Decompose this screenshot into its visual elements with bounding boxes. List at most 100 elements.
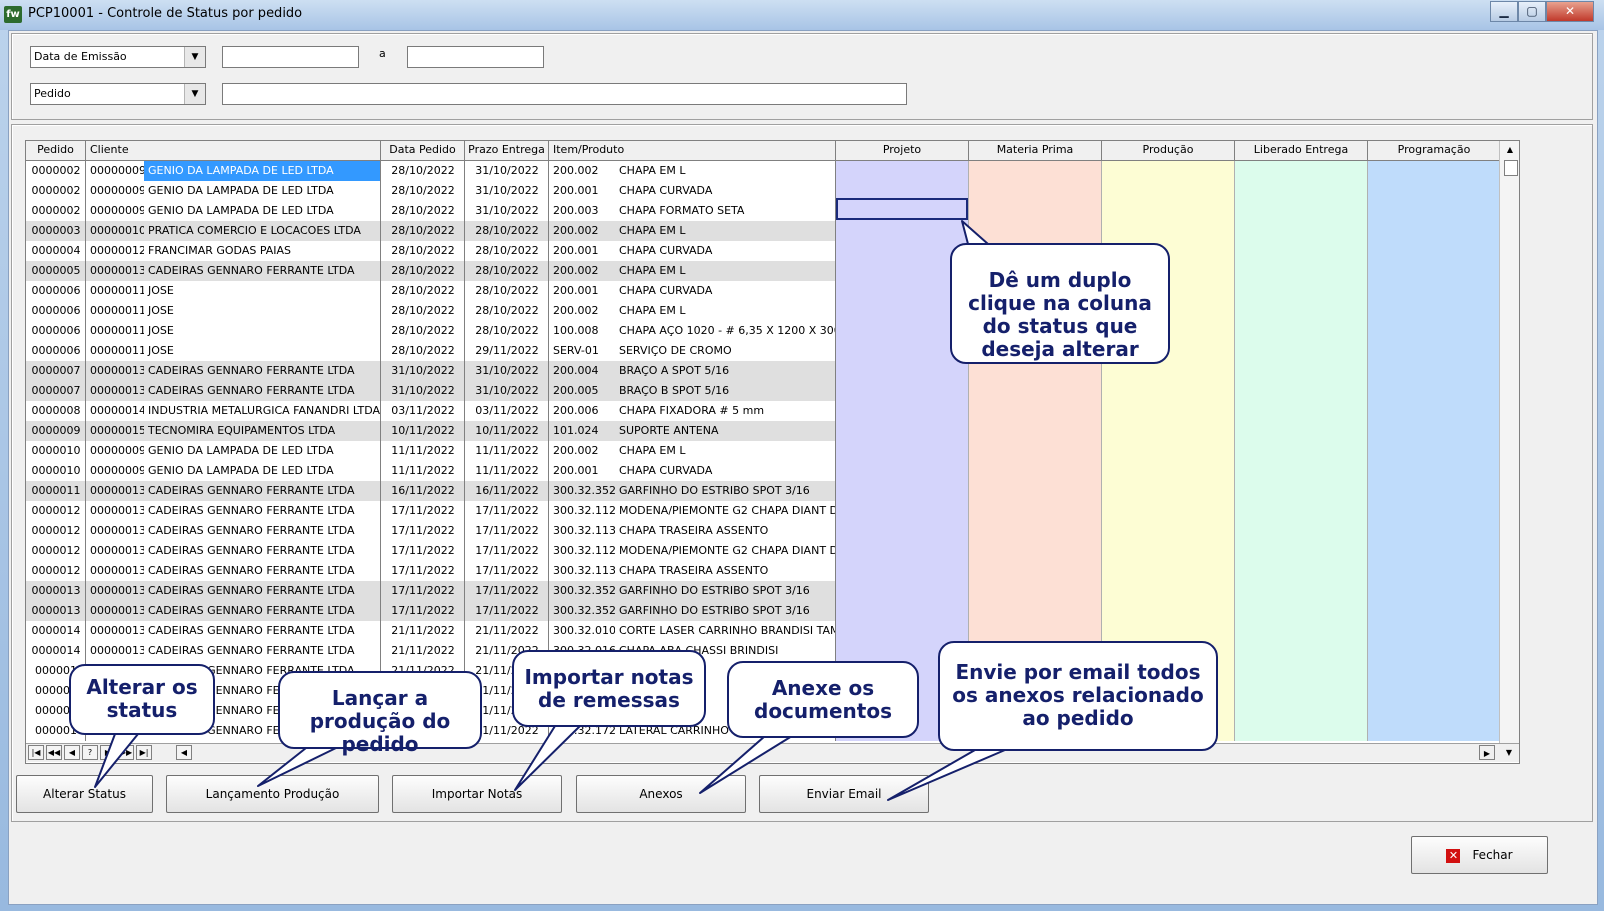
cell-prazo-entrega[interactable]: 29/11/2022 xyxy=(465,341,549,361)
table-row[interactable]: 0000014 00000013 CADEIRAS GENNARO FERRANTE… xyxy=(26,621,837,641)
cell-cliente-codigo[interactable]: 00000009 xyxy=(86,461,144,481)
cell-item-codigo[interactable]: 200.002 xyxy=(549,441,615,461)
cell-pedido[interactable]: 0000009 xyxy=(26,421,86,441)
cell-cliente-codigo[interactable]: 00000013 xyxy=(86,361,144,381)
table-row[interactable]: 0000002 00000009 GENIO DA LAMPADA DE LED L… xyxy=(26,181,836,201)
cell-pedido[interactable]: 0000007 xyxy=(26,361,86,381)
header-item-produto[interactable]: Item/Produto xyxy=(549,141,836,161)
cell-item-descricao[interactable]: SUPORTE ANTENA xyxy=(615,421,836,441)
cell-prazo-entrega[interactable]: 28/10/2022 xyxy=(465,301,549,321)
chevron-down-icon[interactable]: ▼ xyxy=(184,84,205,104)
cell-pedido[interactable]: 0000012 xyxy=(26,521,86,541)
cell-item-codigo[interactable]: 300.32.112 xyxy=(549,541,615,561)
cell-item-descricao[interactable]: CHAPA EM L xyxy=(615,221,836,241)
cell-data-pedido[interactable]: 17/11/2022 xyxy=(381,541,465,561)
scroll-left-icon[interactable]: ◀ xyxy=(176,745,192,760)
maximize-button[interactable]: ▢ xyxy=(1518,1,1546,22)
table-row[interactable]: 0000008 00000014 INDUSTRIA METALURGICA FAN… xyxy=(26,401,836,421)
cell-prazo-entrega[interactable]: 31/10/2022 xyxy=(465,381,549,401)
cell-item-codigo[interactable]: 300.32.010 xyxy=(549,621,615,641)
cell-item-descricao[interactable]: CHAPA EM L xyxy=(615,301,836,321)
cell-pedido[interactable]: 0000006 xyxy=(26,321,86,341)
cell-data-pedido[interactable]: 16/11/2022 xyxy=(381,481,465,501)
cell-data-pedido[interactable]: 21/11/2022 xyxy=(381,641,465,661)
header-prazo-entrega[interactable]: Prazo Entrega xyxy=(465,141,549,161)
table-row[interactable]: 0000004 00000012 FRANCIMAR GODAS PAIAS 28/1… xyxy=(26,241,836,261)
table-row[interactable]: 0000006 00000011 JOSE 28/10/2022 28/10/2022 2… xyxy=(26,301,836,321)
cell-cliente-nome[interactable]: GENIO DA LAMPADA DE LED LTDA xyxy=(144,461,380,481)
cell-cliente-codigo[interactable]: 00000009 xyxy=(86,441,144,461)
table-row[interactable]: 0000012 00000013 CADEIRAS GENNARO FERRANTE… xyxy=(26,541,837,561)
filter1-field-select[interactable]: Data de Emissão ▼ xyxy=(30,46,206,68)
cell-item-descricao[interactable]: CHAPA EM L xyxy=(615,441,836,461)
cell-cliente-codigo[interactable]: 00000014 xyxy=(86,401,144,421)
scroll-right-icon[interactable]: ▶ xyxy=(1479,745,1495,760)
cell-item-descricao[interactable]: CHAPA TRASEIRA ASSENTO xyxy=(615,521,836,541)
cell-item-descricao[interactable]: CHAPA CURVADA xyxy=(615,241,836,261)
cell-pedido[interactable]: 0000010 xyxy=(26,441,86,461)
cell-pedido[interactable]: 0000014 xyxy=(26,621,86,641)
nav-prev-page-icon[interactable]: ◀◀ xyxy=(46,745,62,760)
cell-item-codigo[interactable]: 101.024 xyxy=(549,421,615,441)
cell-data-pedido[interactable]: 17/11/2022 xyxy=(381,581,465,601)
nav-prev-icon[interactable]: ◀ xyxy=(64,745,80,760)
cell-item-codigo[interactable]: 200.002 xyxy=(549,221,615,241)
cell-item-codigo[interactable]: 300.32.352 xyxy=(549,581,615,601)
cell-cliente-codigo[interactable]: 00000009 xyxy=(86,161,144,181)
cell-item-descricao[interactable]: BRAÇO B SPOT 5/16 xyxy=(615,381,836,401)
cell-cliente-nome[interactable]: CADEIRAS GENNARO FERRANTE LTDA xyxy=(144,621,380,641)
cell-data-pedido[interactable]: 11/11/2022 xyxy=(381,441,465,461)
cell-data-pedido[interactable]: 11/11/2022 xyxy=(381,461,465,481)
cell-prazo-entrega[interactable]: 17/11/2022 xyxy=(465,521,549,541)
status-column-3[interactable] xyxy=(1235,161,1368,741)
cell-item-descricao[interactable]: MODENA/PIEMONTE G2 CHAPA DIANT DO xyxy=(615,541,836,561)
cell-cliente-codigo[interactable]: 00000013 xyxy=(86,501,144,521)
cell-item-codigo[interactable]: 200.005 xyxy=(549,381,615,401)
nav-help-icon[interactable]: ? xyxy=(82,745,98,760)
cell-data-pedido[interactable]: 17/11/2022 xyxy=(381,501,465,521)
cell-pedido[interactable]: 0000012 xyxy=(26,501,86,521)
cell-pedido[interactable]: 0000012 xyxy=(26,561,86,581)
cell-pedido[interactable]: 0000003 xyxy=(26,221,86,241)
cell-cliente-nome[interactable]: JOSE xyxy=(144,301,380,321)
table-row[interactable]: 0000013 00000013 CADEIRAS GENNARO FERRANTE… xyxy=(26,581,836,601)
cell-prazo-entrega[interactable]: 16/11/2022 xyxy=(465,481,549,501)
cell-item-codigo[interactable]: 200.001 xyxy=(549,241,615,261)
cell-prazo-entrega[interactable]: 31/10/2022 xyxy=(465,201,549,221)
cell-prazo-entrega[interactable]: 28/10/2022 xyxy=(465,241,549,261)
cell-cliente-codigo[interactable]: 00000013 xyxy=(86,381,144,401)
scroll-thumb[interactable] xyxy=(1504,160,1518,176)
table-row[interactable]: 0000011 00000013 CADEIRAS GENNARO FERRANTE… xyxy=(26,481,836,501)
cell-cliente-nome[interactable]: GENIO DA LAMPADA DE LED LTDA xyxy=(144,441,380,461)
cell-cliente-nome[interactable]: JOSE xyxy=(144,281,380,301)
cell-cliente-codigo[interactable]: 00000013 xyxy=(86,561,144,581)
cell-item-descricao[interactable]: CHAPA CURVADA xyxy=(615,281,836,301)
cell-prazo-entrega[interactable]: 10/11/2022 xyxy=(465,421,549,441)
table-row[interactable]: 0000010 00000009 GENIO DA LAMPADA DE LED L… xyxy=(26,461,836,481)
cell-prazo-entrega[interactable]: 28/10/2022 xyxy=(465,281,549,301)
cell-pedido[interactable]: 0000012 xyxy=(26,541,86,561)
cell-item-codigo[interactable]: 200.002 xyxy=(549,261,615,281)
cell-prazo-entrega[interactable]: 21/11/2022 xyxy=(465,621,549,641)
anexos-button[interactable]: Anexos xyxy=(576,775,746,813)
cell-item-descricao[interactable]: CHAPA CURVADA xyxy=(615,461,836,481)
cell-cliente-nome[interactable]: CADEIRAS GENNARO FERRANTE LTDA xyxy=(144,601,380,621)
cell-data-pedido[interactable]: 17/11/2022 xyxy=(381,561,465,581)
cell-cliente-nome[interactable]: CADEIRAS GENNARO FERRANTE LTDA xyxy=(144,541,380,561)
header-pedido[interactable]: Pedido xyxy=(26,141,86,161)
fechar-button[interactable]: ✕ Fechar xyxy=(1411,836,1548,874)
cell-pedido[interactable]: 0000008 xyxy=(26,401,86,421)
cell-data-pedido[interactable]: 28/10/2022 xyxy=(381,301,465,321)
cell-cliente-codigo[interactable]: 00000013 xyxy=(86,481,144,501)
cell-item-descricao[interactable]: CORTE LASER CARRINHO BRANDISI TAM xyxy=(615,621,836,641)
cell-prazo-entrega[interactable]: 31/10/2022 xyxy=(465,361,549,381)
header-status-2[interactable]: Produção xyxy=(1102,141,1235,161)
nav-last-icon[interactable]: ▶| xyxy=(136,745,152,760)
cell-data-pedido[interactable]: 28/10/2022 xyxy=(381,161,465,181)
lancamento-producao-button[interactable]: Lançamento Produção xyxy=(166,775,379,813)
cell-cliente-codigo[interactable]: 00000013 xyxy=(86,261,144,281)
cell-cliente-nome[interactable]: CADEIRAS GENNARO FERRANTE LTDA xyxy=(144,561,380,581)
cell-item-descricao[interactable]: GARFINHO DO ESTRIBO SPOT 3/16 xyxy=(615,481,836,501)
cell-item-codigo[interactable]: 200.001 xyxy=(549,181,615,201)
cell-pedido[interactable]: 0000004 xyxy=(26,241,86,261)
